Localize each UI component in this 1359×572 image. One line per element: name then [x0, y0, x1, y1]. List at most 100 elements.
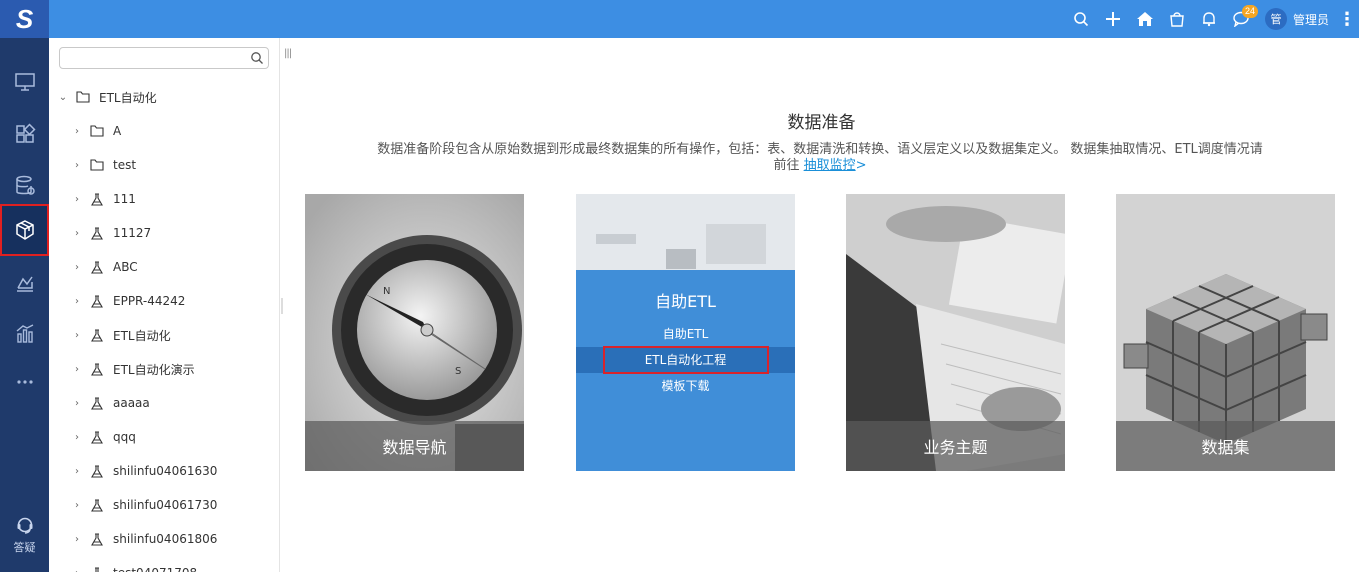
flask-icon [89, 429, 105, 445]
chevron-right-icon[interactable]: › [71, 160, 83, 171]
chevron-right-icon[interactable]: › [71, 466, 83, 477]
chevron-down-icon[interactable]: ⌄ [57, 92, 69, 103]
tree-node-label: EPPR-44242 [113, 294, 186, 308]
chevron-right-icon[interactable]: › [71, 568, 83, 572]
tree-node[interactable]: › ETL自动化演示 [71, 359, 195, 379]
tree-node[interactable]: › test [71, 155, 136, 175]
tree-node[interactable]: › qqq [71, 427, 136, 447]
tree-search-box [59, 47, 269, 69]
search-icon[interactable] [250, 51, 264, 65]
folder-icon [89, 123, 105, 139]
tree-node-label: qqq [113, 430, 136, 444]
left-nav: 答疑 [0, 38, 49, 572]
message-count-badge: 24 [1241, 5, 1258, 18]
more-menu-icon[interactable]: ⋮ [1335, 9, 1359, 30]
home-icon[interactable] [1129, 0, 1161, 38]
tree-node[interactable]: › 111 [71, 189, 136, 209]
card-business-subject[interactable]: 业务主题 [846, 194, 1065, 471]
monitor-link[interactable]: 抽取监控 [804, 158, 856, 173]
dashboard-icon[interactable] [0, 108, 49, 160]
tree-node-label: ETL自动化演示 [113, 362, 195, 377]
chevron-right-icon[interactable]: › [71, 228, 83, 239]
chevron-right-icon[interactable]: › [71, 262, 83, 273]
tree-node[interactable]: › ABC [71, 257, 138, 277]
tree-search-input[interactable] [60, 48, 248, 68]
tree-node-label: aaaaa [113, 396, 150, 410]
top-toolbar: 24 管 管理员 ⋮ [1065, 0, 1359, 38]
tree-node[interactable]: › test04071708 [71, 563, 197, 572]
tree-node-label: test [113, 158, 137, 172]
analysis-icon[interactable] [0, 258, 49, 310]
tree-node[interactable]: › A [71, 121, 121, 141]
market-icon[interactable] [1161, 0, 1193, 38]
etl-menu-title: 自助ETL [655, 292, 716, 311]
username[interactable]: 管理员 [1293, 11, 1329, 28]
tree-node[interactable]: › EPPR-44242 [71, 291, 185, 311]
card-data-navigation[interactable]: N S 数据导航 [305, 194, 524, 471]
etl-link-template-download[interactable]: 模板下载 [576, 373, 795, 399]
chevron-right-icon[interactable]: › [71, 500, 83, 511]
report-chart-icon[interactable] [0, 308, 49, 360]
panel-collapse-handle[interactable]: ||| [284, 48, 292, 59]
more-icon[interactable] [0, 356, 49, 408]
flask-icon [89, 361, 105, 377]
tree-node-label: ETL自动化 [99, 90, 157, 105]
tree-node[interactable]: › shilinfu04061806 [71, 529, 217, 549]
flask-icon [89, 225, 105, 241]
chevron-right-icon[interactable]: › [71, 398, 83, 409]
chevron-right-icon[interactable]: › [71, 296, 83, 307]
resource-tree: ⌄ ETL自动化 › A › test › 111 › 11127 › ABC › EPPR-44242 ›… [49, 38, 280, 572]
tree-node[interactable]: › shilinfu04061730 [71, 495, 217, 515]
add-icon[interactable] [1097, 0, 1129, 38]
avatar[interactable]: 管 [1264, 8, 1287, 30]
tree-node-label: ABC [113, 260, 138, 274]
help-headset-icon [17, 517, 32, 534]
card-self-service-etl[interactable]: 自助ETL 自助ETL ETL自动化工程 模板下载 [576, 194, 795, 471]
tree-node-root[interactable]: ⌄ ETL自动化 [57, 87, 157, 107]
tree-node-label: shilinfu04061806 [113, 532, 218, 546]
tree-node-label: 111 [113, 192, 136, 206]
flask-icon [89, 531, 105, 547]
tree-node-label: A [113, 124, 122, 138]
card-caption: 数据集 [1116, 421, 1335, 471]
top-bar: S 24 管 管理员 ⋮ [0, 0, 1359, 38]
etl-menu-panel: 自助ETL 自助ETL ETL自动化工程 模板下载 [576, 270, 795, 471]
page-title: 数据准备 [787, 113, 856, 133]
card-caption: 数据导航 [305, 421, 524, 471]
flask-icon [89, 191, 105, 207]
tree-node[interactable]: › ETL自动化 [71, 325, 171, 345]
flask-icon [89, 463, 105, 479]
monitor-icon[interactable] [0, 56, 49, 108]
chevron-right-icon[interactable]: › [71, 194, 83, 205]
tree-node-label: shilinfu04061630 [113, 464, 218, 478]
chevron-right-icon[interactable]: › [71, 534, 83, 545]
chevron-right-icon[interactable]: › [71, 126, 83, 137]
card-dataset[interactable]: 数据集 [1116, 194, 1335, 471]
tree-node[interactable]: › 11127 [71, 223, 151, 243]
flask-icon [89, 293, 105, 309]
tree-node[interactable]: › aaaaa [71, 393, 150, 413]
chevron-right-icon[interactable]: › [71, 364, 83, 375]
panel-splitter[interactable] [280, 298, 284, 314]
svg-text:N: N [383, 286, 390, 297]
chevron-right-icon[interactable]: › [71, 330, 83, 341]
message-icon[interactable]: 24 [1225, 0, 1258, 38]
monitor-link-arrow[interactable]: > [856, 158, 867, 173]
data-prep-icon[interactable] [0, 204, 49, 256]
etl-automation-label[interactable]: ETL自动化工程 [602, 346, 769, 374]
search-icon[interactable] [1065, 0, 1097, 38]
tree-node[interactable]: › shilinfu04061630 [71, 461, 217, 481]
svg-text:S: S [455, 366, 461, 377]
help-button[interactable]: 答疑 [0, 516, 49, 555]
folder-icon [89, 157, 105, 173]
etl-link-automation[interactable]: ETL自动化工程 [576, 346, 795, 374]
tree-node-label: test04071708 [113, 566, 197, 572]
bell-icon[interactable] [1193, 0, 1225, 38]
app-logo[interactable]: S [0, 0, 49, 38]
chevron-right-icon[interactable]: › [71, 432, 83, 443]
flask-icon [89, 395, 105, 411]
page-description: 数据准备阶段包含从原始数据到形成最终数据集的所有操作，包括：表、数据清洗和转换、… [330, 142, 1310, 174]
description-prefix: 前往 [773, 158, 804, 173]
etl-link-self-service[interactable]: 自助ETL [576, 321, 795, 347]
flask-icon [89, 565, 105, 572]
